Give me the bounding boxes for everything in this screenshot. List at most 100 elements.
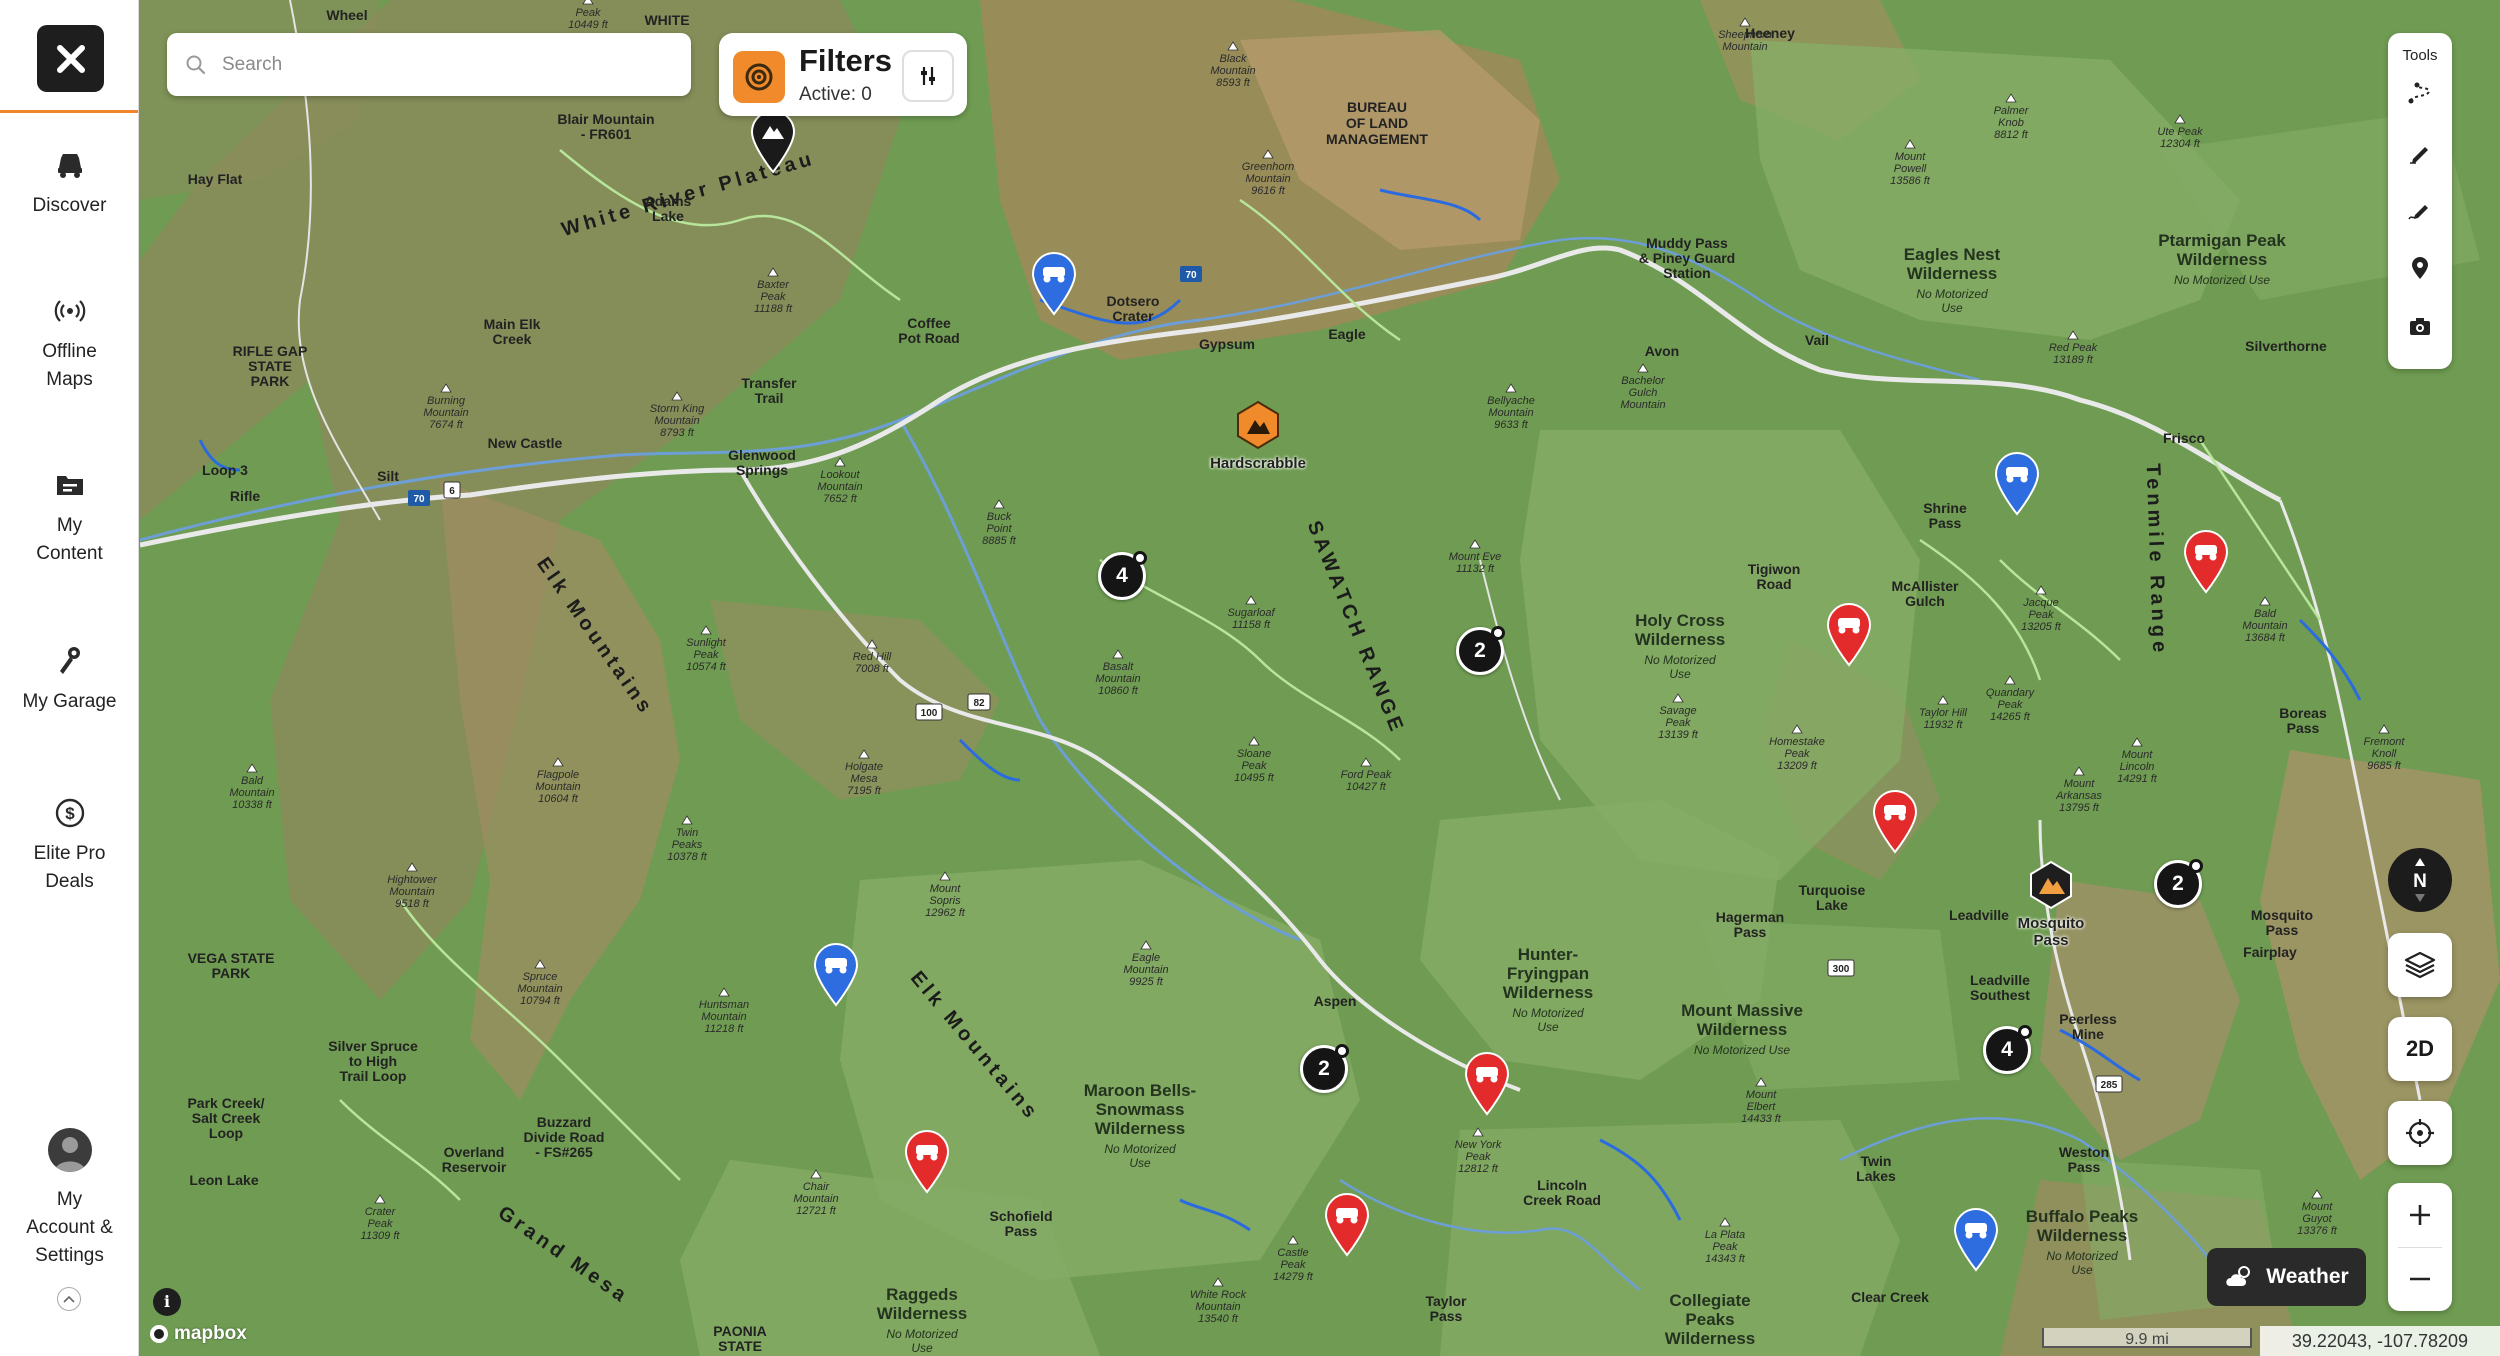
wilderness-label: Ptarmigan Peak Wilderness: [2158, 231, 2286, 269]
trail-pin-red[interactable]: [902, 1128, 952, 1194]
filters-panel[interactable]: Filters Active: 0: [719, 33, 967, 116]
trail-pin-blue[interactable]: [1029, 250, 1079, 316]
town-label: Dotsero Crater: [1107, 293, 1160, 324]
wilderness-label: Maroon Bells-Snowmass Wilderness: [1084, 1081, 1196, 1138]
trail-pin-blue[interactable]: [811, 941, 861, 1007]
svg-text:82: 82: [973, 698, 985, 709]
close-icon: [56, 44, 85, 73]
route-icon: [2408, 82, 2431, 104]
peak-label: Huntsman Mountain 11218 ft: [699, 999, 749, 1035]
trail-cluster[interactable]: 2: [2154, 859, 2203, 908]
mountain-badge-icon: [2030, 860, 2072, 910]
town-label: Silt: [377, 468, 399, 484]
location-pin-black[interactable]: [748, 108, 798, 174]
peak-label: Burning Mountain 7674 ft: [423, 395, 468, 431]
town-label: Glenwood Springs: [728, 447, 796, 478]
wilderness-label: Mount Massive Wilderness: [1681, 1001, 1803, 1039]
tool-waypoint-button[interactable]: [2404, 252, 2436, 284]
peak-label: Bellyache Mountain 9633 ft: [1487, 395, 1535, 431]
trail-pin-blue[interactable]: [1951, 1206, 2001, 1272]
filters-settings-button[interactable]: [902, 50, 954, 102]
peak-label: Holgate Mesa 7195 ft: [845, 761, 883, 797]
mapbox-wordmark: mapbox: [174, 1323, 247, 1344]
collapse-button[interactable]: [57, 1287, 81, 1311]
mapbox-logo: mapbox: [148, 1320, 247, 1348]
locate-me-button[interactable]: [2388, 1101, 2452, 1165]
close-button[interactable]: [37, 25, 104, 92]
sidebar-item-my-content[interactable]: My Content: [0, 468, 139, 568]
tool-route-button[interactable]: [2404, 78, 2436, 110]
map-canvas[interactable]: 70 6 82 100 70 300 285 BUREAU OF LAND MANA…: [140, 0, 2500, 1356]
tool-photo-button[interactable]: [2404, 310, 2436, 342]
peak-label: Spruce Mountain 10794 ft: [517, 971, 562, 1007]
town-label: New Castle: [488, 435, 563, 451]
compass-button[interactable]: N: [2388, 848, 2452, 912]
sidebar-item-account[interactable]: My Account & Settings: [0, 1128, 139, 1270]
trail-cluster[interactable]: 4: [1983, 1025, 2032, 1074]
poi-marker[interactable]: Mosquito Pass: [1981, 860, 2121, 949]
trail-pin-red[interactable]: [1870, 788, 1920, 854]
close-header: [0, 0, 138, 113]
garage-icon: [59, 647, 80, 674]
sidebar-item-offline-maps[interactable]: Offline Maps: [0, 294, 139, 394]
trail-cluster[interactable]: 2: [1456, 626, 1505, 675]
trail-pin-icon: [904, 1130, 950, 1194]
town-label: Rifle: [230, 488, 261, 504]
svg-text:70: 70: [1185, 270, 1197, 281]
zoom-in-button[interactable]: [2388, 1183, 2452, 1247]
view-mode-button[interactable]: 2D: [2388, 1017, 2452, 1081]
town-label: Coffee Pot Road: [898, 315, 959, 346]
folder-icon: [56, 476, 83, 495]
poi-marker[interactable]: Hardscrabble: [1188, 400, 1328, 472]
brand-logo-icon: [745, 63, 773, 91]
trail-pin-red[interactable]: [1824, 601, 1874, 667]
town-label: Clear Creek: [1851, 1289, 1929, 1305]
sidebar-item-elite-pro-deals[interactable]: $ Elite Pro Deals: [0, 796, 139, 896]
peak-label: Mount Lincoln 14291 ft: [2117, 749, 2158, 785]
highway-shield: 100: [915, 703, 943, 721]
svg-text:300: 300: [1833, 964, 1850, 975]
trail-pin-red[interactable]: [2181, 528, 2231, 594]
wilderness-label: Holy Cross Wilderness: [1635, 611, 1726, 649]
crosshair-icon: [2406, 1119, 2434, 1147]
sidebar-item-discover[interactable]: Discover: [0, 148, 139, 220]
town-label: Silverthorne: [2245, 338, 2327, 354]
town-label: Leadville Southest: [1970, 972, 2030, 1003]
trail-pin-red[interactable]: [1322, 1191, 1372, 1257]
filters-active-count: Active: 0: [799, 84, 872, 105]
peak-label: Mount Eve 11132 ft: [1449, 551, 1502, 575]
tools-panel: Tools: [2388, 33, 2452, 369]
view-mode-label: 2D: [2405, 1036, 2435, 1061]
layers-button[interactable]: [2388, 933, 2452, 997]
compass-icon: N: [2413, 858, 2427, 902]
peak-label: Sheephorn Mountain: [1718, 29, 1772, 53]
highway-shield: 300: [1827, 959, 1855, 977]
poi-label: Hardscrabble: [1210, 455, 1306, 472]
weather-button[interactable]: Weather: [2207, 1248, 2366, 1306]
search-input[interactable]: [222, 53, 662, 76]
peak-label: Lookout Mountain 7652 ft: [817, 469, 862, 505]
sidebar-item-label: My Content: [36, 515, 103, 564]
svg-text:285: 285: [2101, 1080, 2118, 1091]
trail-pin-icon: [1324, 1193, 1370, 1257]
svg-text:70: 70: [413, 494, 425, 505]
town-label: Wheel: [326, 7, 367, 23]
cloud-sun-icon: [2226, 1266, 2251, 1286]
trail-pin-red[interactable]: [1462, 1050, 1512, 1116]
tool-edit-track-button[interactable]: [2404, 194, 2436, 226]
sidebar-item-my-garage[interactable]: My Garage: [0, 644, 139, 716]
peak-label: Flagpole Mountain 10604 ft: [535, 769, 580, 805]
tools-title: Tools: [2402, 47, 2438, 64]
cluster-count: 2: [2172, 872, 2184, 895]
cluster-dot: [2018, 1025, 2032, 1039]
peak-label: Ute Peak 12304 ft: [2157, 126, 2203, 150]
peak-label: Sugarloaf 11158 ft: [1227, 607, 1275, 631]
attribution-info-button[interactable]: i: [153, 1288, 181, 1316]
trail-cluster[interactable]: 4: [1098, 551, 1147, 600]
scale-bar: 9.9 mi: [2042, 1328, 2252, 1348]
avatar-icon: [53, 1137, 86, 1172]
tool-draw-button[interactable]: [2404, 136, 2436, 168]
zoom-out-button[interactable]: [2388, 1247, 2452, 1311]
trail-pin-blue[interactable]: [1992, 450, 2042, 516]
trail-cluster[interactable]: 2: [1300, 1044, 1349, 1093]
